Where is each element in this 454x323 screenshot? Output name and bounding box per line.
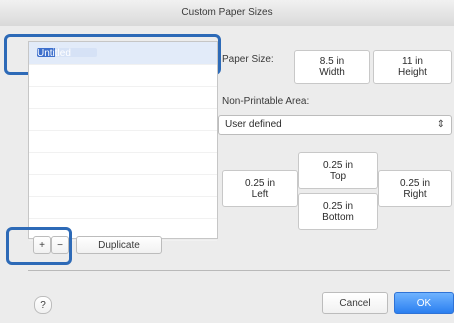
non-printable-area-value: User defined bbox=[225, 119, 282, 130]
top-margin-caption: Top bbox=[329, 170, 347, 182]
bottom-margin-caption: Bottom bbox=[322, 211, 354, 223]
right-margin-value: 0.25 in bbox=[399, 177, 431, 189]
remove-icon: − bbox=[57, 239, 63, 251]
left-margin-field[interactable]: 0.25 in Left bbox=[222, 170, 298, 207]
popup-stepper-icon: ⇕ bbox=[436, 119, 445, 130]
top-margin-value: 0.25 in bbox=[322, 159, 354, 171]
cancel-button[interactable]: Cancel bbox=[322, 292, 388, 314]
bottom-margin-field[interactable]: 0.25 in Bottom bbox=[298, 193, 378, 230]
right-margin-caption: Right bbox=[403, 188, 427, 200]
window-title: Custom Paper Sizes bbox=[181, 7, 273, 18]
help-icon: ? bbox=[40, 299, 46, 311]
list-row bbox=[29, 64, 217, 87]
top-margin-field[interactable]: 0.25 in Top bbox=[298, 152, 378, 189]
list-row bbox=[29, 174, 217, 197]
list-row bbox=[29, 196, 217, 219]
right-margin-field[interactable]: 0.25 in Right bbox=[378, 170, 452, 207]
cancel-label: Cancel bbox=[339, 297, 371, 309]
list-row bbox=[29, 130, 217, 153]
duplicate-label: Duplicate bbox=[98, 239, 140, 251]
height-value: 11 in bbox=[402, 56, 423, 67]
height-field[interactable]: 11 in Height bbox=[373, 50, 452, 84]
non-printable-area-label: Non-Printable Area: bbox=[222, 96, 310, 107]
ok-label: OK bbox=[416, 297, 432, 309]
width-field[interactable]: 8.5 in Width bbox=[294, 50, 370, 84]
width-caption: Width bbox=[319, 67, 345, 78]
list-row bbox=[29, 108, 217, 131]
add-icon: + bbox=[39, 239, 45, 251]
remove-button[interactable]: − bbox=[51, 236, 69, 254]
help-button[interactable]: ? bbox=[34, 296, 52, 314]
left-margin-value: 0.25 in bbox=[244, 177, 276, 189]
list-row bbox=[29, 86, 217, 109]
list-item-label: Untitled bbox=[37, 48, 97, 59]
window-titlebar: Custom Paper Sizes bbox=[0, 0, 454, 27]
list-item-selected[interactable]: Untitled bbox=[29, 42, 217, 65]
width-value: 8.5 in bbox=[319, 56, 345, 67]
duplicate-button[interactable]: Duplicate bbox=[76, 236, 162, 254]
add-button[interactable]: + bbox=[33, 236, 51, 254]
left-margin-caption: Left bbox=[251, 188, 269, 200]
non-printable-area-popup[interactable]: User defined ⇕ bbox=[218, 115, 452, 135]
height-caption: Height bbox=[398, 67, 427, 78]
separator bbox=[28, 270, 450, 271]
paper-size-label: Paper Size: bbox=[222, 54, 274, 65]
paper-size-list[interactable]: Untitled bbox=[28, 41, 218, 241]
bottom-margin-value: 0.25 in bbox=[322, 200, 354, 212]
ok-button[interactable]: OK bbox=[394, 292, 454, 314]
list-row bbox=[29, 152, 217, 175]
